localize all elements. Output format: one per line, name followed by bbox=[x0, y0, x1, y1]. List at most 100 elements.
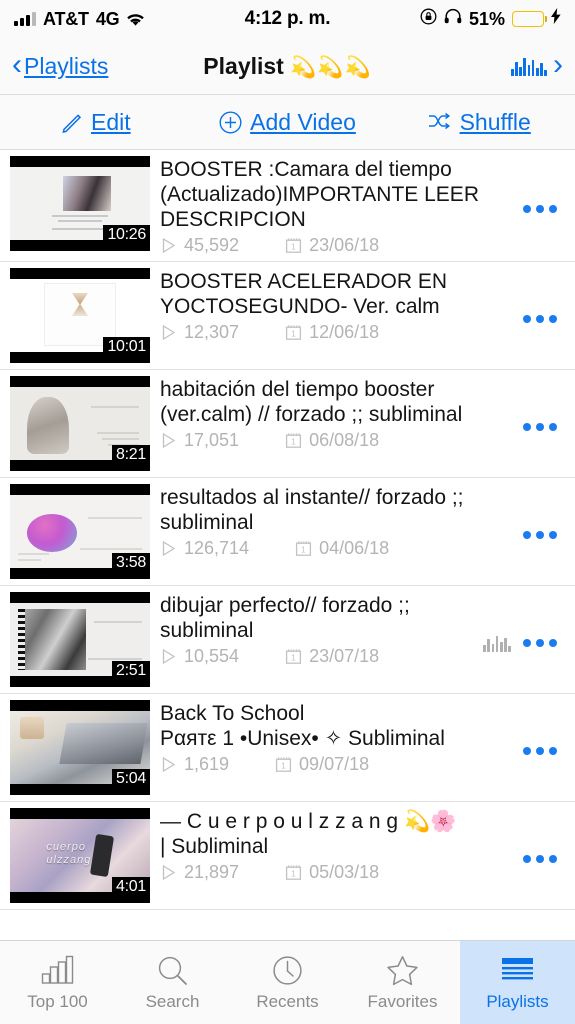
video-title: Back To School Ραятε 1 •Unisex• ✧ Sublim… bbox=[160, 701, 517, 751]
video-thumbnail[interactable]: 10:01 bbox=[10, 268, 150, 363]
video-title: resultados al instante// forzado ;; subl… bbox=[160, 486, 464, 534]
tab-favorites[interactable]: Favorites bbox=[345, 941, 460, 1024]
tab-playlists[interactable]: Playlists bbox=[460, 941, 575, 1024]
wifi-icon bbox=[126, 12, 145, 27]
tab-search[interactable]: Search bbox=[115, 941, 230, 1024]
duration-badge: 10:26 bbox=[103, 225, 150, 245]
status-bar-right: 51% bbox=[330, 8, 561, 31]
tab-label: Playlists bbox=[486, 992, 549, 1011]
page-title-text: Playlist bbox=[203, 52, 284, 79]
calendar-icon: 1 bbox=[286, 649, 302, 664]
more-options-icon[interactable] bbox=[523, 314, 557, 323]
bar-chart-icon bbox=[41, 953, 74, 987]
row-body: dibujar perfecto// forzado ;; subliminal… bbox=[150, 592, 477, 672]
clock-label: 4:12 p. m. bbox=[244, 8, 331, 29]
play-triangle-icon bbox=[162, 864, 176, 881]
table-row[interactable]: 10:01 BOOSTER ACELERADOR EN YOCTOSEGUNDO… bbox=[0, 262, 575, 370]
video-thumbnail[interactable]: cuerpo ulzzang 4:01 bbox=[10, 808, 150, 903]
tab-recents[interactable]: Recents bbox=[230, 941, 345, 1024]
row-body: habitación del tiempo booster (ver.calm)… bbox=[150, 376, 517, 456]
back-button[interactable]: ‹ Playlists bbox=[12, 47, 109, 81]
row-body: BOOSTER :Camara del tiempo (Actualizado)… bbox=[150, 156, 517, 261]
more-options-icon[interactable] bbox=[523, 854, 557, 863]
table-row[interactable]: 10:26 BOOSTER :Camara del tiempo (Actual… bbox=[0, 150, 575, 262]
table-row[interactable]: 3:58 resultados al instante// forzado ;;… bbox=[0, 478, 575, 586]
back-button-label: Playlists bbox=[24, 52, 109, 79]
table-row[interactable]: 2:51 dibujar perfecto// forzado ;; subli… bbox=[0, 586, 575, 694]
shuffle-button-label: Shuffle bbox=[459, 108, 531, 135]
play-triangle-icon bbox=[162, 648, 176, 665]
shuffle-icon bbox=[428, 112, 452, 132]
tab-label: Search bbox=[145, 992, 200, 1011]
video-thumbnail[interactable]: 2:51 bbox=[10, 592, 150, 687]
svg-text:1: 1 bbox=[291, 330, 296, 339]
tab-top-100[interactable]: Top 100 bbox=[0, 941, 115, 1024]
table-row[interactable]: 5:04 Back To School Ραятε 1 •Unisex• ✧ S… bbox=[0, 694, 575, 802]
video-thumbnail[interactable]: 10:26 bbox=[10, 156, 150, 251]
view-count-label: 1,619 bbox=[184, 754, 230, 774]
view-count: 10,554 bbox=[160, 646, 239, 667]
calendar-icon: 1 bbox=[286, 238, 302, 253]
video-thumbnail[interactable]: 3:58 bbox=[10, 484, 150, 579]
table-row[interactable]: cuerpo ulzzang 4:01 — C u e r p o u l z … bbox=[0, 802, 575, 910]
upload-date-label: 23/07/18 bbox=[309, 646, 380, 666]
equalizer-icon[interactable] bbox=[510, 57, 547, 76]
svg-text:1: 1 bbox=[301, 546, 306, 555]
upload-date-label: 06/08/18 bbox=[309, 430, 380, 450]
video-meta: 1,619 1 09/07/18 bbox=[160, 754, 517, 775]
edit-button[interactable]: Edit bbox=[0, 109, 192, 136]
svg-text:1: 1 bbox=[281, 762, 286, 771]
video-title-line-2: Ραятε 1 •Unisex• ✧ Subliminal bbox=[160, 727, 445, 750]
row-actions bbox=[517, 314, 565, 323]
clock-icon bbox=[272, 953, 303, 987]
add-video-button[interactable]: Add Video bbox=[192, 109, 384, 136]
video-title: dibujar perfecto// forzado ;; subliminal bbox=[160, 594, 410, 642]
row-actions bbox=[517, 854, 565, 863]
upload-date: 1 09/07/18 bbox=[275, 754, 369, 775]
video-title: habitación del tiempo booster (ver.calm)… bbox=[160, 378, 463, 426]
shuffle-button[interactable]: Shuffle bbox=[383, 109, 575, 136]
search-icon bbox=[157, 953, 188, 987]
upload-date-label: 05/03/18 bbox=[309, 862, 380, 882]
upload-date-label: 09/07/18 bbox=[299, 754, 370, 774]
view-count-label: 45,592 bbox=[184, 235, 240, 255]
row-actions bbox=[517, 422, 565, 431]
video-meta: 12,307 1 12/06/18 bbox=[160, 322, 517, 343]
status-bar-left: AT&T 4G bbox=[14, 9, 245, 30]
upload-date-label: 23/06/18 bbox=[309, 235, 380, 255]
duration-badge: 5:04 bbox=[112, 769, 150, 789]
upload-date: 1 12/06/18 bbox=[285, 322, 379, 343]
more-options-icon[interactable] bbox=[523, 204, 557, 213]
pencil-icon bbox=[61, 111, 83, 133]
play-triangle-icon bbox=[162, 237, 176, 254]
row-body: — C u e r p o u l z z a n g 💫🌸 | Sublimi… bbox=[150, 808, 517, 888]
more-options-icon[interactable] bbox=[523, 422, 557, 431]
tab-label: Favorites bbox=[367, 992, 438, 1011]
row-body: BOOSTER ACELERADOR EN YOCTOSEGUNDO- Ver.… bbox=[150, 268, 517, 348]
video-thumbnail[interactable]: 5:04 bbox=[10, 700, 150, 795]
chevron-right-icon[interactable]: › bbox=[553, 49, 563, 80]
star-icon bbox=[386, 953, 419, 987]
play-triangle-icon bbox=[162, 432, 176, 449]
calendar-icon: 1 bbox=[296, 541, 312, 556]
thumbnail-overlay-text: cuerpo ulzzang bbox=[46, 841, 124, 867]
status-bar-center: 4:12 p. m. bbox=[245, 8, 331, 30]
rotation-lock-icon bbox=[420, 8, 437, 31]
svg-text:1: 1 bbox=[291, 654, 296, 663]
video-title: BOOSTER ACELERADOR EN YOCTOSEGUNDO- Ver.… bbox=[160, 270, 448, 318]
view-count-label: 21,897 bbox=[184, 862, 240, 882]
chevron-left-icon: ‹ bbox=[12, 47, 22, 81]
list-icon bbox=[501, 953, 534, 987]
table-row[interactable]: 8:21 habitación del tiempo booster (ver.… bbox=[0, 370, 575, 478]
view-count: 126,714 bbox=[160, 538, 249, 559]
more-options-icon[interactable] bbox=[523, 530, 557, 539]
view-count-label: 10,554 bbox=[184, 646, 240, 666]
play-triangle-icon bbox=[162, 756, 176, 773]
add-video-button-label: Add Video bbox=[250, 108, 356, 135]
view-count-label: 126,714 bbox=[184, 538, 250, 558]
page-title-emoji: 💫💫💫 bbox=[290, 55, 372, 79]
calendar-icon: 1 bbox=[286, 433, 302, 448]
more-options-icon[interactable] bbox=[523, 638, 557, 647]
video-thumbnail[interactable]: 8:21 bbox=[10, 376, 150, 471]
more-options-icon[interactable] bbox=[523, 746, 557, 755]
